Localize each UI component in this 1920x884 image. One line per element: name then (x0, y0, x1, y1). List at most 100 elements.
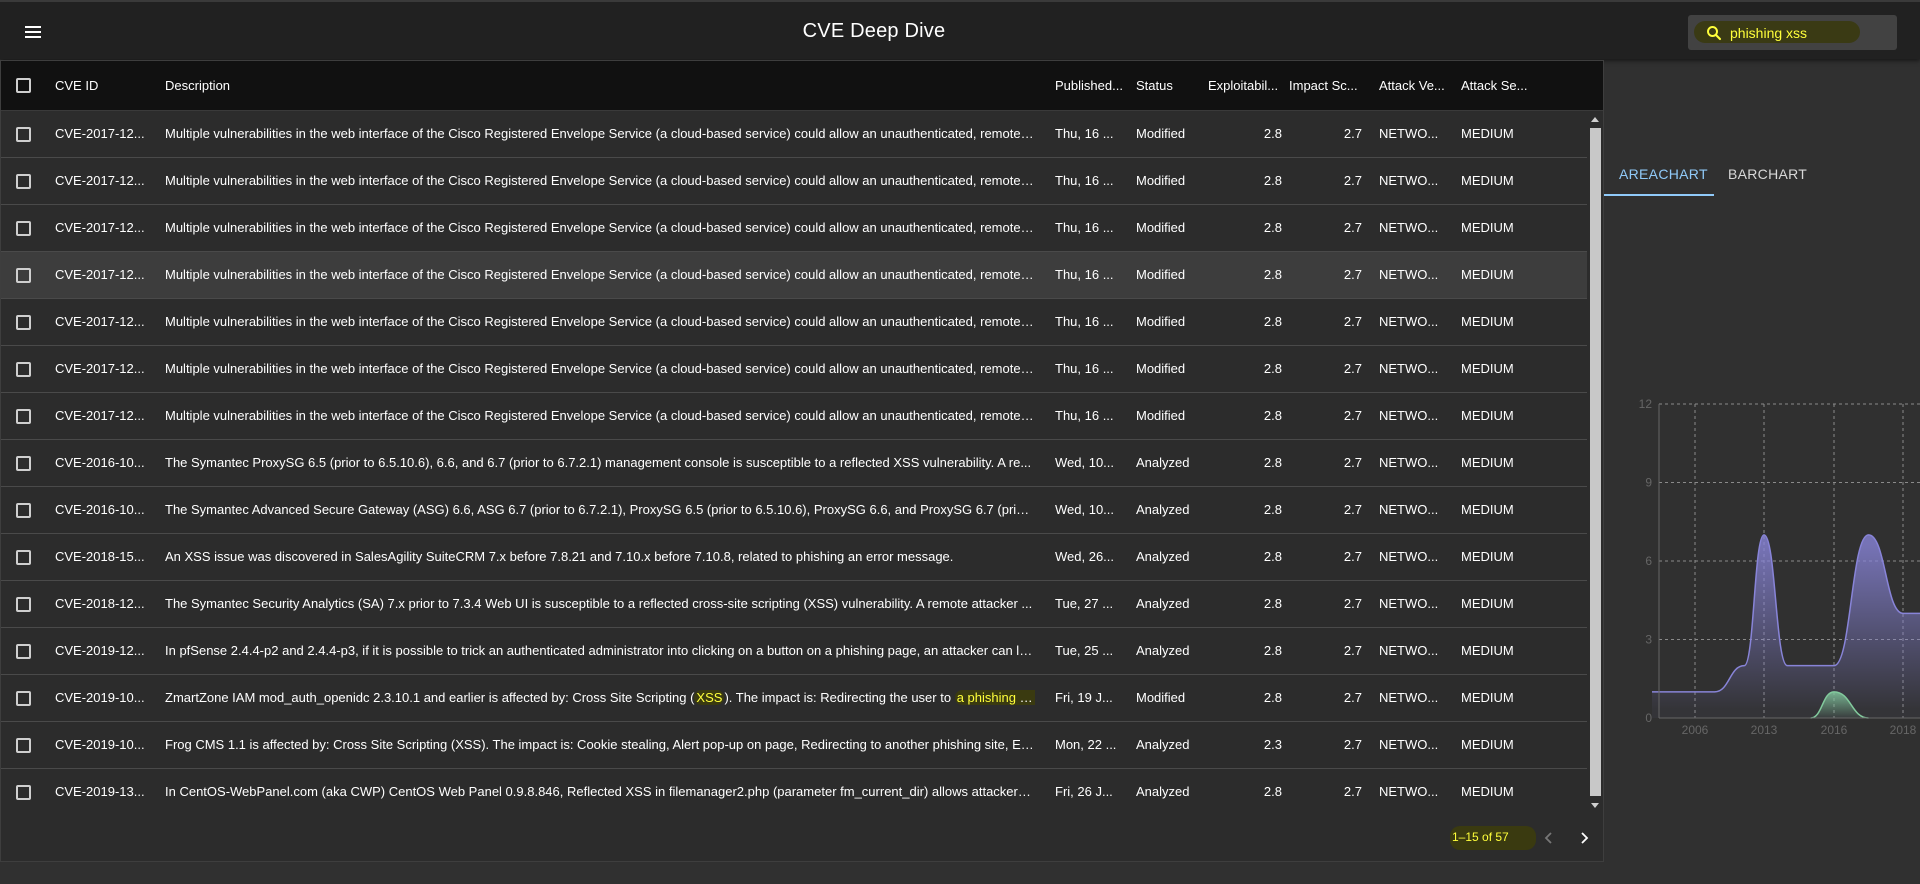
scroll-thumb[interactable] (1590, 128, 1601, 796)
cell-cve-id[interactable]: CVE-2017-12... (55, 126, 147, 141)
cell-status: Analyzed (1136, 737, 1190, 752)
scroll-down-icon[interactable] (1591, 803, 1599, 808)
cell-published: Fri, 26 J... (1055, 784, 1113, 799)
col-header-description[interactable]: Description (165, 78, 285, 93)
col-header-impact-score[interactable]: Impact Sc... (1289, 78, 1364, 93)
cell-impact-score: 2.7 (1343, 690, 1362, 705)
col-header-attack-severity[interactable]: Attack Se... (1461, 78, 1533, 93)
cell-impact-score: 2.7 (1343, 643, 1362, 658)
col-header-attack-vector[interactable]: Attack Ve... (1379, 78, 1451, 93)
previous-page-icon[interactable] (1539, 828, 1559, 848)
table-row[interactable]: CVE-2018-12... The Symantec Security Anal… (1, 581, 1587, 628)
table-row[interactable]: CVE-2017-12... Multiple vulnerabilities i… (1, 299, 1587, 346)
y-tick-label: 9 (1645, 476, 1652, 490)
table-row[interactable]: CVE-2016-10... The Symantec ProxySG 6.5 (… (1, 440, 1587, 487)
next-page-icon[interactable] (1574, 828, 1594, 848)
tab-areachart[interactable]: AREACHART (1619, 166, 1708, 182)
cell-status: Analyzed (1136, 784, 1190, 799)
cell-description: Multiple vulnerabilities in the web inte… (165, 361, 1035, 376)
desc-text: ZmartZone IAM mod_auth_openidc 2.3.10.1 … (165, 690, 695, 705)
row-checkbox[interactable] (16, 644, 31, 659)
table-row[interactable]: CVE-2019-10... Frog CMS 1.1 is affected b… (1, 722, 1587, 769)
row-checkbox[interactable] (16, 597, 31, 612)
cell-cve-id[interactable]: CVE-2017-12... (55, 361, 147, 376)
search-box[interactable] (1688, 15, 1897, 50)
table-row[interactable]: CVE-2019-10... ZmartZone IAM mod_auth_ope… (1, 675, 1587, 722)
table-row[interactable]: CVE-2017-12... Multiple vulnerabilities i… (1, 252, 1587, 299)
cell-impact-score: 2.7 (1343, 220, 1362, 235)
row-checkbox[interactable] (16, 503, 31, 518)
cell-published: Wed, 26... (1055, 549, 1115, 564)
search-icon (1707, 26, 1722, 41)
row-checkbox[interactable] (16, 315, 31, 330)
cell-cve-id[interactable]: CVE-2019-12... (55, 643, 147, 658)
x-tick-label: 2013 (1751, 723, 1778, 737)
table-row[interactable]: CVE-2017-12... Multiple vulnerabilities i… (1, 346, 1587, 393)
tab-indicator (1604, 194, 1714, 196)
row-checkbox[interactable] (16, 268, 31, 283)
col-header-status[interactable]: Status (1136, 78, 1196, 93)
search-input[interactable] (1730, 23, 1880, 43)
cell-cve-id[interactable]: CVE-2017-12... (55, 408, 147, 423)
cell-cve-id[interactable]: CVE-2018-15... (55, 549, 147, 564)
cell-exploitability: 2.8 (1263, 502, 1282, 517)
cell-description: Multiple vulnerabilities in the web inte… (165, 173, 1035, 188)
cell-cve-id[interactable]: CVE-2019-10... (55, 690, 147, 705)
table-row[interactable]: CVE-2019-12... In pfSense 2.4.4-p2 and 2.… (1, 628, 1587, 675)
cell-cve-id[interactable]: CVE-2016-10... (55, 502, 147, 517)
cve-table: CVE ID Description Published... Status E… (0, 60, 1604, 862)
cell-published: Thu, 16 ... (1055, 173, 1114, 188)
page-title: CVE Deep Dive (802, 20, 946, 42)
row-checkbox[interactable] (16, 221, 31, 236)
row-checkbox[interactable] (16, 738, 31, 753)
cell-impact-score: 2.7 (1343, 784, 1362, 799)
cell-exploitability: 2.8 (1263, 690, 1282, 705)
cell-description: ZmartZone IAM mod_auth_openidc 2.3.10.1 … (165, 690, 1035, 705)
cell-description: Multiple vulnerabilities in the web inte… (165, 220, 1035, 235)
row-checkbox[interactable] (16, 127, 31, 142)
cell-exploitability: 2.8 (1263, 784, 1282, 799)
select-all-checkbox[interactable] (16, 78, 31, 93)
cell-published: Thu, 16 ... (1055, 408, 1114, 423)
cell-cve-id[interactable]: CVE-2019-13... (55, 784, 147, 799)
cell-status: Modified (1136, 314, 1186, 329)
cell-cve-id[interactable]: CVE-2017-12... (55, 267, 147, 282)
col-header-cve-id[interactable]: CVE ID (55, 78, 135, 93)
row-checkbox[interactable] (16, 362, 31, 377)
row-checkbox[interactable] (16, 785, 31, 800)
row-checkbox[interactable] (16, 456, 31, 471)
cell-exploitability: 2.8 (1263, 455, 1282, 470)
row-checkbox[interactable] (16, 174, 31, 189)
cell-cve-id[interactable]: CVE-2017-12... (55, 314, 147, 329)
row-checkbox[interactable] (16, 409, 31, 424)
row-checkbox[interactable] (16, 691, 31, 706)
table-row[interactable]: CVE-2017-12... Multiple vulnerabilities i… (1, 393, 1587, 440)
scroll-up-icon[interactable] (1591, 117, 1599, 122)
cell-attack-vector: NETWO... (1379, 549, 1439, 564)
cell-status: Modified (1136, 126, 1186, 141)
table-row[interactable]: CVE-2019-13... In CentOS-WebPanel.com (ak… (1, 769, 1587, 814)
table-row[interactable]: CVE-2016-10... The Symantec Advanced Secu… (1, 487, 1587, 534)
cell-exploitability: 2.8 (1263, 549, 1282, 564)
table-row[interactable]: CVE-2017-12... Multiple vulnerabilities i… (1, 205, 1587, 252)
row-checkbox[interactable] (16, 550, 31, 565)
cell-cve-id[interactable]: CVE-2017-12... (55, 220, 147, 235)
table-row[interactable]: CVE-2017-12... Multiple vulnerabilities i… (1, 111, 1587, 158)
cell-description: Multiple vulnerabilities in the web inte… (165, 408, 1035, 423)
col-header-published[interactable]: Published... (1055, 78, 1127, 93)
table-row[interactable]: CVE-2017-12... Multiple vulnerabilities i… (1, 158, 1587, 205)
table-row[interactable]: CVE-2018-15... An XSS issue was discovere… (1, 534, 1587, 581)
cell-status: Analyzed (1136, 502, 1190, 517)
cell-attack-vector: NETWO... (1379, 267, 1439, 282)
tab-barchart[interactable]: BARCHART (1728, 166, 1807, 182)
cell-impact-score: 2.7 (1343, 455, 1362, 470)
cell-cve-id[interactable]: CVE-2018-12... (55, 596, 147, 611)
cell-cve-id[interactable]: CVE-2016-10... (55, 455, 147, 470)
cell-attack-severity: MEDIUM (1461, 267, 1514, 282)
table-scrollbar[interactable] (1588, 111, 1603, 814)
cell-impact-score: 2.7 (1343, 267, 1362, 282)
col-header-exploitability[interactable]: Exploitabil... (1208, 78, 1283, 93)
cell-cve-id[interactable]: CVE-2019-10... (55, 737, 147, 752)
cell-cve-id[interactable]: CVE-2017-12... (55, 173, 147, 188)
cell-attack-vector: NETWO... (1379, 173, 1439, 188)
